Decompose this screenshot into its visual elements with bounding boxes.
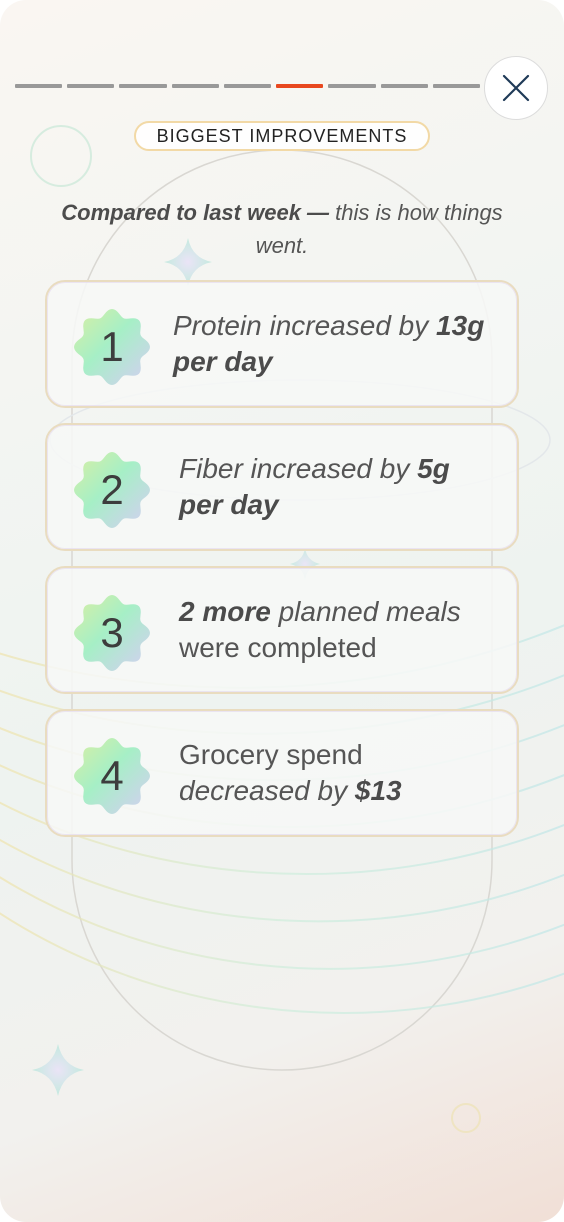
improvement-card: 2 Fiber increased by 5g per day (45, 423, 519, 551)
item-text-part: decreased by (179, 775, 355, 806)
item-text-part: 5g (417, 453, 450, 484)
item-text: Protein increased by 13g per day (173, 282, 517, 406)
screen: BIGGEST IMPROVEMENTS Compared to last we… (0, 0, 564, 1222)
item-number: 2 (100, 466, 124, 513)
improvement-card: 3 2 more planned meals were completed (45, 566, 519, 694)
item-text: Grocery spend decreased by $13 (179, 711, 517, 835)
progress-segment (119, 84, 167, 88)
item-text-part: per day (179, 489, 279, 520)
number-blob: 2 (73, 451, 151, 529)
intro-bold: Compared to last week — (61, 200, 330, 225)
item-number: 1 (100, 323, 124, 370)
progress-segment (171, 84, 219, 88)
progress-segment (380, 84, 428, 88)
story-progress (15, 84, 480, 90)
item-text-part: Grocery spend (179, 739, 363, 770)
item-number: 4 (100, 752, 124, 799)
improvement-card: 4 Grocery spend decreased by $13 (45, 709, 519, 837)
item-text-content: Fiber increased by 5g per day (179, 451, 487, 523)
intro-text: Compared to last week — this is how thin… (50, 196, 514, 262)
close-icon (502, 74, 530, 102)
item-text-part: more (194, 596, 271, 627)
close-button[interactable] (484, 56, 548, 120)
item-number: 3 (100, 609, 124, 656)
item-text-part: $13 (354, 775, 402, 806)
number-blob: 3 (73, 594, 151, 672)
item-text: 2 more planned meals were completed (179, 568, 517, 692)
progress-segment (67, 84, 115, 88)
item-text: Fiber increased by 5g per day (179, 425, 517, 549)
progress-segment (328, 84, 376, 88)
progress-segment-active (276, 84, 324, 88)
section-badge: BIGGEST IMPROVEMENTS (134, 121, 430, 151)
item-text-part: 2 (179, 596, 195, 627)
improvement-card: 1 Protein increased by 13g per day (45, 280, 519, 408)
progress-segment (432, 84, 480, 88)
item-text-part: planned meals (270, 596, 461, 627)
item-text-content: Protein increased by 13g per day (173, 308, 487, 380)
number-blob: 4 (73, 737, 151, 815)
item-text-part: Fiber increased by (179, 453, 418, 484)
item-text-content: 2 more planned meals were completed (179, 594, 487, 666)
number-blob: 1 (73, 308, 151, 386)
item-text-part: were completed (179, 632, 377, 663)
item-text-part: Protein increased by (173, 310, 437, 341)
progress-segment (223, 84, 272, 88)
item-text-content: Grocery spend decreased by $13 (179, 737, 487, 809)
progress-segment (15, 84, 63, 88)
